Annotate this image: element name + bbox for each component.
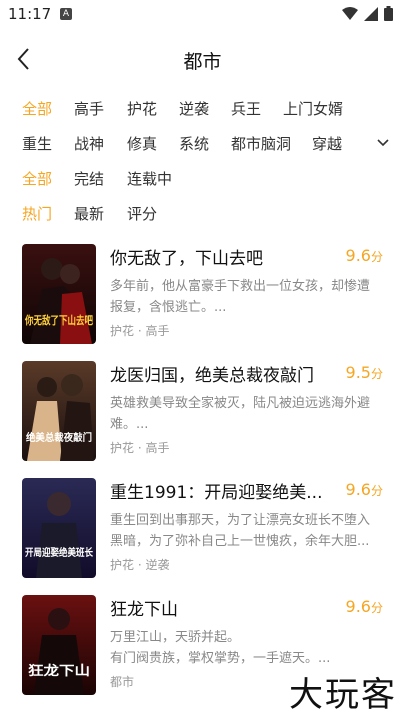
filter-category-chuanyue[interactable]: 穿越 xyxy=(312,133,342,154)
signal-icon xyxy=(364,6,378,21)
book-cover: 绝美总裁夜敲门 xyxy=(22,361,96,461)
expand-categories-button[interactable] xyxy=(375,133,391,153)
cover-title-text: 开局迎娶绝美班长 xyxy=(25,546,94,559)
header: 都市 xyxy=(0,38,405,82)
book-item[interactable]: 你无敌了下山去吧 你无敌了，下山去吧 9.6分 多年前，他从富豪手下救出一位女孩… xyxy=(0,236,405,346)
filter-category-dushinaodong[interactable]: 都市脑洞 xyxy=(231,133,291,154)
chevron-down-icon xyxy=(377,139,389,147)
book-description: 重生回到出事那天，为了让漂亮女班长不堕入黑暗，为了弥补自己上一世愧疚，余年大胆.… xyxy=(110,513,371,549)
book-cover: 开局迎娶绝美班长 xyxy=(22,478,96,578)
category-filter-row-1: 全部 高手 护花 逆袭 兵王 上门女婿 xyxy=(0,98,405,122)
book-score: 9.5分 xyxy=(345,363,383,382)
filter-status-finished[interactable]: 完结 xyxy=(74,168,104,189)
book-title: 你无敌了，下山去吧 xyxy=(110,249,263,269)
wifi-icon xyxy=(342,6,358,20)
book-tags: 护花 · 逆袭 xyxy=(110,558,170,572)
book-description: 多年前，他从富豪手下救出一位女孩，却惨遭报复，含恨逃亡。... xyxy=(110,279,371,315)
status-bar: 11:17 A xyxy=(0,0,405,30)
cover-title-text: 绝美总裁夜敲门 xyxy=(26,431,92,444)
cover-title-text: 你无敌了下山去吧 xyxy=(24,313,93,327)
filter-category-xitong[interactable]: 系统 xyxy=(179,133,209,154)
book-tags: 护花 · 高手 xyxy=(110,441,170,455)
filter-category-huhua[interactable]: 护花 xyxy=(127,98,157,119)
book-item[interactable]: 绝美总裁夜敲门 龙医归国，绝美总裁夜敲门 9.5分 英雄救美导致全家被灭，陆凡被… xyxy=(0,353,405,463)
filter-category-xiuzhen[interactable]: 修真 xyxy=(127,133,157,154)
filter-category-all[interactable]: 全部 xyxy=(22,98,52,119)
status-time: 11:17 xyxy=(8,5,52,23)
filter-category-zhanshen[interactable]: 战神 xyxy=(74,133,104,154)
book-cover: 你无敌了下山去吧 xyxy=(22,244,96,344)
status-filter-row: 全部 完结 连载中 xyxy=(0,168,405,192)
filter-status-all[interactable]: 全部 xyxy=(22,168,52,189)
notification-icon: A xyxy=(60,8,72,20)
book-cover: 狂龙下山 xyxy=(22,595,96,695)
book-description: 万里江山，天骄并起。 有门阀贵族，掌权掌势，一手遮天。... xyxy=(110,630,331,666)
sort-filter-row: 热门 最新 评分 xyxy=(0,203,405,227)
book-score: 9.6分 xyxy=(345,480,383,499)
filter-category-chongsheng[interactable]: 重生 xyxy=(22,133,52,154)
book-title: 重生1991：开局迎娶绝美... xyxy=(110,483,323,503)
battery-icon xyxy=(384,6,393,21)
book-score: 9.6分 xyxy=(345,597,383,616)
filter-status-ongoing[interactable]: 连载中 xyxy=(127,168,172,189)
book-score: 9.6分 xyxy=(345,246,383,265)
book-item[interactable]: 开局迎娶绝美班长 重生1991：开局迎娶绝美... 9.6分 重生回到出事那天，… xyxy=(0,470,405,580)
book-description: 英雄救美导致全家被灭，陆凡被迫远逃海外避难。... xyxy=(110,396,371,432)
book-tags: 都市 xyxy=(110,675,135,689)
category-filter-row-2: 重生 战神 修真 系统 都市脑洞 穿越 xyxy=(0,133,405,157)
book-title: 狂龙下山 xyxy=(110,600,178,620)
book-tags: 护花 · 高手 xyxy=(110,324,170,338)
book-title: 龙医归国，绝美总裁夜敲门 xyxy=(110,366,314,386)
page-title: 都市 xyxy=(183,51,222,73)
cover-title-text: 狂龙下山 xyxy=(28,663,90,679)
sort-hot[interactable]: 热门 xyxy=(22,203,52,224)
status-icons xyxy=(342,6,393,21)
watermark: 大玩客 xyxy=(289,675,397,715)
filter-category-shangmennvxu[interactable]: 上门女婿 xyxy=(283,98,343,119)
filter-category-bingwang[interactable]: 兵王 xyxy=(231,98,261,119)
filter-category-gaoshou[interactable]: 高手 xyxy=(74,98,104,119)
filter-category-nixi[interactable]: 逆袭 xyxy=(179,98,209,119)
sort-latest[interactable]: 最新 xyxy=(74,203,104,224)
sort-rating[interactable]: 评分 xyxy=(127,203,157,224)
